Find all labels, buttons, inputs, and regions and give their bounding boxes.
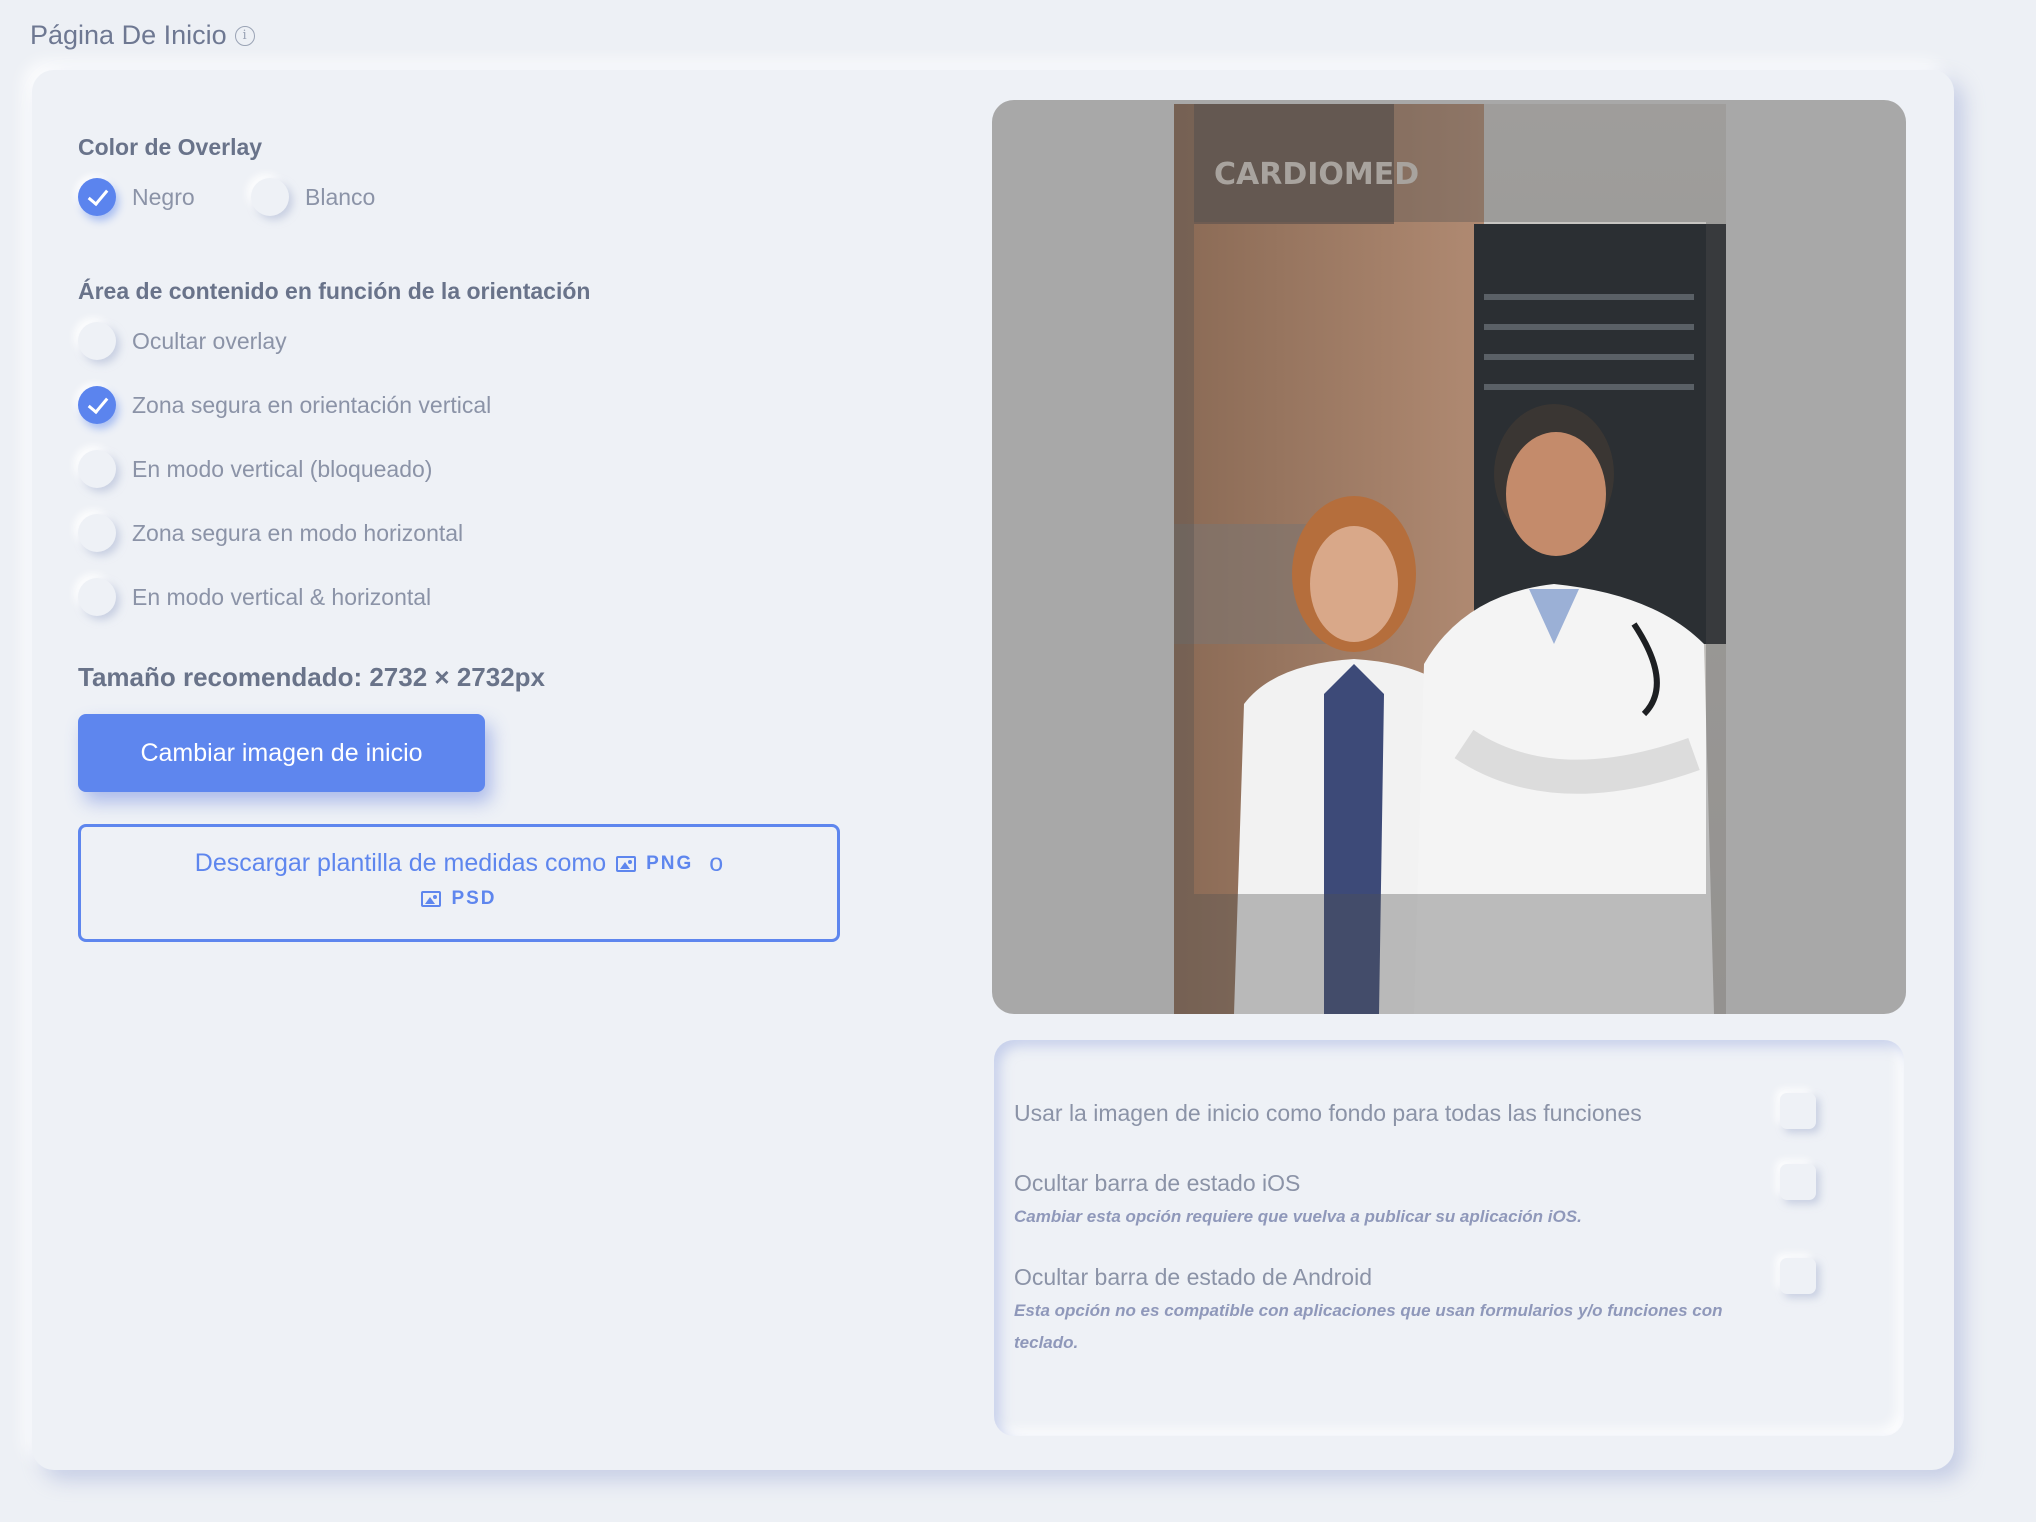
checkbox-hide-ios-status[interactable] [1780, 1164, 1816, 1200]
radio-unchecked-icon[interactable] [78, 514, 116, 552]
radio-label: En modo vertical (bloqueado) [132, 455, 433, 482]
change-image-button[interactable]: Cambiar imagen de inicio [78, 714, 485, 792]
option-hide-android-status: Ocultar barra de estado de Android Esta … [1014, 1264, 1834, 1359]
radio-label: Ocultar overlay [132, 327, 287, 354]
radio-unchecked-icon[interactable] [78, 322, 116, 360]
radio-zona-segura-horizontal[interactable]: Zona segura en modo horizontal [78, 514, 463, 552]
orientation-label: Área de contenido en función de la orien… [78, 278, 591, 304]
option-note: Esta opción no es compatible con aplicac… [1014, 1301, 1723, 1352]
checkbox-background-all[interactable] [1780, 1093, 1816, 1129]
radio-checked-icon[interactable] [78, 178, 116, 216]
download-text: Descargar plantilla de medidas como [194, 849, 607, 877]
option-label: Ocultar barra de estado iOS [1014, 1170, 1301, 1196]
overlay-color-label: Color de Overlay [78, 134, 263, 160]
page-title-text: Página De Inicio [30, 20, 227, 50]
safe-zone [1194, 222, 1706, 894]
image-file-icon [616, 855, 637, 872]
download-png-link[interactable]: PNG [646, 853, 693, 875]
download-psd-link[interactable]: PSD [451, 888, 496, 910]
radio-unchecked-icon[interactable] [78, 450, 116, 488]
option-hide-ios-status: Ocultar barra de estado iOS Cambiar esta… [1014, 1170, 1834, 1233]
radio-ocultar-overlay[interactable]: Ocultar overlay [78, 322, 287, 360]
download-or: o [709, 849, 724, 877]
radio-label: Zona segura en orientación vertical [132, 391, 492, 418]
splash-preview: CARDIOMED [992, 100, 1906, 1014]
radio-unchecked-icon[interactable] [251, 178, 289, 216]
page-title: Página De Inicio i [30, 20, 255, 51]
image-file-icon [421, 891, 442, 907]
recommended-size: Tamaño recomendado: 2732 × 2732px [78, 662, 545, 692]
info-icon[interactable]: i [234, 25, 255, 46]
radio-label: En modo vertical & horizontal [132, 583, 432, 610]
radio-checked-icon[interactable] [78, 386, 116, 424]
option-note: Cambiar esta opción requiere que vuelva … [1014, 1207, 1582, 1226]
option-label: Usar la imagen de inicio como fondo para… [1014, 1100, 1642, 1126]
option-label: Ocultar barra de estado de Android [1014, 1264, 1373, 1290]
radio-blanco[interactable]: Blanco [251, 178, 375, 216]
radio-label: Negro [132, 183, 195, 210]
radio-negro[interactable]: Negro [78, 178, 195, 216]
radio-zona-segura-vertical[interactable]: Zona segura en orientación vertical [78, 386, 491, 424]
radio-unchecked-icon[interactable] [78, 578, 116, 616]
splash-options-panel: Usar la imagen de inicio como fondo para… [994, 1040, 1904, 1436]
download-template-box: Descargar plantilla de medidas como PNG … [78, 824, 840, 942]
radio-label: Zona segura en modo horizontal [132, 519, 464, 546]
option-background-all: Usar la imagen de inicio como fondo para… [1014, 1100, 1834, 1127]
radio-vertical-bloqueado[interactable]: En modo vertical (bloqueado) [78, 450, 432, 488]
checkbox-hide-android-status[interactable] [1780, 1258, 1816, 1294]
radio-vertical-horizontal[interactable]: En modo vertical & horizontal [78, 578, 431, 616]
radio-label: Blanco [305, 183, 376, 210]
